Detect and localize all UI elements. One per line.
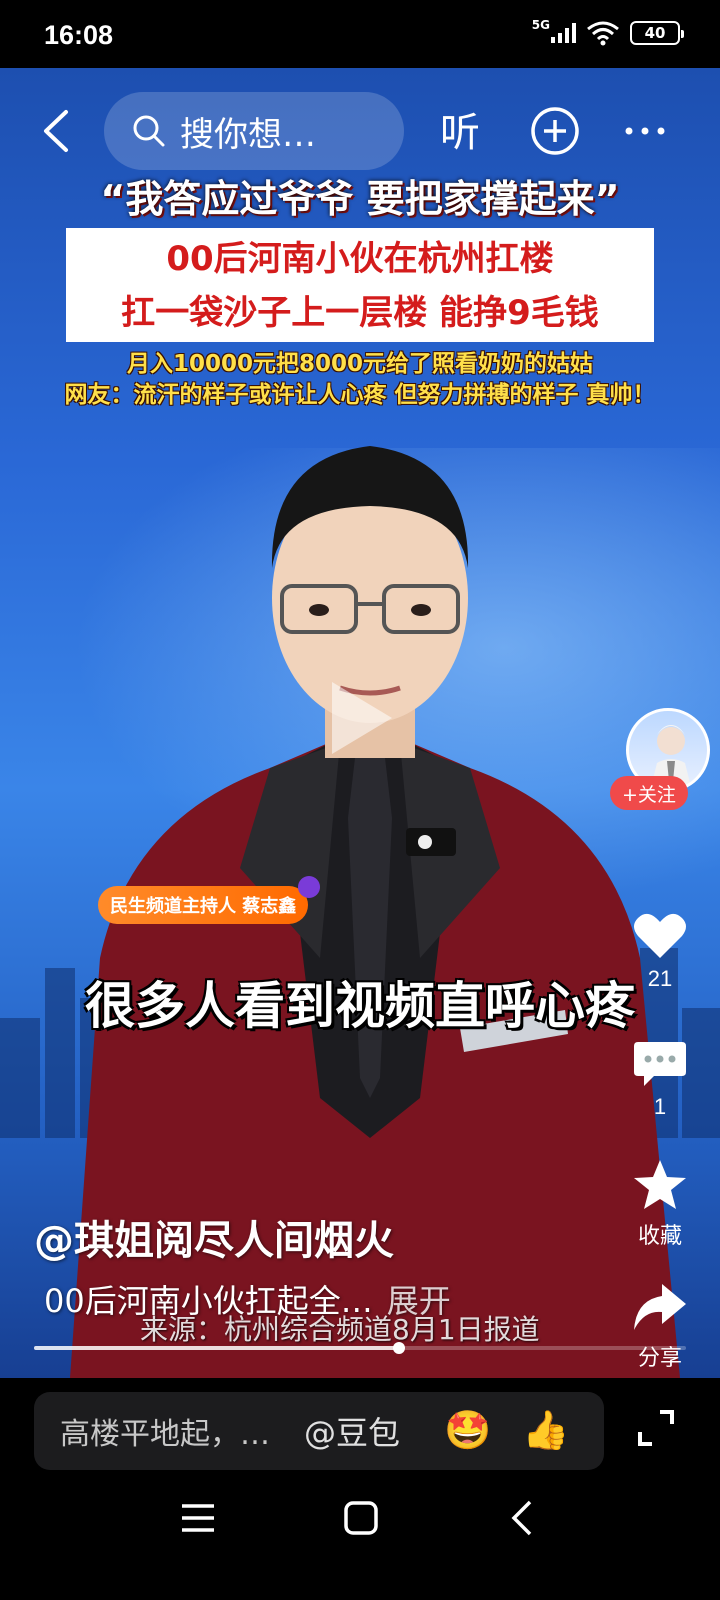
status-time: 16:08 (44, 20, 114, 50)
home-icon[interactable] (344, 1501, 378, 1535)
comment-action[interactable]: 1 (600, 1038, 720, 1120)
heart-icon (634, 913, 686, 958)
headline-line-1: 00后河南小伙在杭州扛楼 (166, 239, 554, 279)
search-bar[interactable]: 搜你想… (104, 92, 404, 170)
comment-placeholder: 高楼平地起，… (60, 1417, 270, 1452)
network-label: 5G (531, 18, 550, 32)
play-icon[interactable] (326, 678, 396, 758)
headline-quote: “我答应过爷爷 要把家撑起来” (100, 177, 620, 221)
status-bar: 16:08 5G 40 (0, 0, 720, 68)
subtitle-line-1: 月入10000元把8000元给了照看奶奶的姑姑 (126, 351, 594, 377)
comment-count: 1 (653, 1094, 667, 1119)
source-credit: 来源：杭州综合频道8月1日报道 (140, 1313, 540, 1346)
signal-icon (551, 23, 576, 43)
search-placeholder: 搜你想… (180, 114, 316, 155)
bottom-bar: 高楼平地起，… @豆包 🤩 👍 (0, 1378, 720, 1600)
top-navigation: 搜你想… 听 (0, 78, 720, 178)
favorite-action[interactable]: 收藏 (600, 1158, 720, 1250)
wifi-icon (587, 21, 619, 46)
menu-icon[interactable] (182, 1504, 214, 1532)
name-tag-dot (298, 876, 320, 898)
fullscreen-icon[interactable] (636, 1408, 676, 1448)
video-progress-bar[interactable] (34, 1342, 686, 1354)
star-icon (634, 1160, 686, 1209)
battery-indicator: 40 (630, 21, 684, 45)
share-arrow-icon (634, 1284, 686, 1330)
anchor-name-tag: 民生频道主持人 蔡志鑫 (98, 886, 309, 924)
video-player[interactable]: 搜你想… 听 “我答应过爷爷 要把家撑起来” 00后河南小伙在杭州扛楼 扛一袋沙… (0, 68, 720, 1378)
more-icon[interactable] (622, 106, 668, 156)
search-icon (133, 115, 165, 147)
progress-knob[interactable] (393, 1342, 406, 1354)
status-icons: 5G 40 (531, 18, 684, 46)
star-eyes-emoji[interactable]: 🤩 (444, 1408, 491, 1453)
back-icon[interactable] (511, 1500, 532, 1536)
follow-button[interactable]: +关注 (610, 776, 688, 810)
mention-doubao[interactable]: @豆包 (304, 1408, 400, 1454)
add-icon[interactable] (530, 106, 580, 156)
system-navigation-bar (182, 1500, 532, 1536)
favorite-label: 收藏 (637, 1223, 682, 1248)
progress-fill (34, 1346, 400, 1350)
share-action[interactable]: 分享 (600, 1280, 720, 1372)
comment-input[interactable]: 高楼平地起，… @豆包 🤩 👍 (34, 1392, 604, 1470)
thumbs-up-emoji[interactable]: 👍 (522, 1408, 569, 1453)
headline-box: 00后河南小伙在杭州扛楼 扛一袋沙子上一层楼 能挣9毛钱 (66, 228, 654, 342)
like-count: 21 (647, 966, 673, 991)
back-arrow-icon[interactable] (36, 106, 76, 156)
like-action[interactable]: 21 (600, 910, 720, 992)
listen-button[interactable]: 听 (440, 100, 480, 158)
headline-line-2: 扛一袋沙子上一层楼 能挣9毛钱 (121, 293, 599, 333)
comment-bubble-icon (634, 1042, 686, 1086)
author-name[interactable]: @琪姐阅尽人间烟火 (34, 1208, 394, 1266)
share-label: 分享 (637, 1345, 682, 1370)
